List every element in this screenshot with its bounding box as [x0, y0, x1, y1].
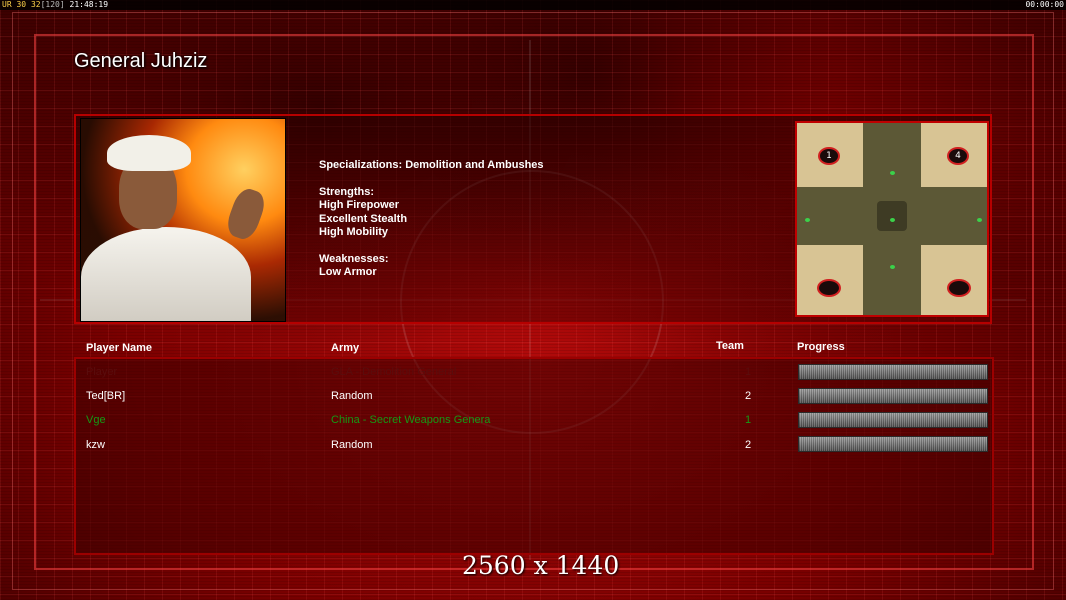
supply-dot: [890, 171, 895, 175]
start-position-1[interactable]: 1: [818, 147, 840, 165]
load-progress-bar: [798, 412, 988, 428]
hud-left-readout: UR 30 32[120] 21:48:19: [2, 0, 108, 9]
portrait-hand: [223, 185, 269, 243]
column-header-progress[interactable]: Progress: [797, 341, 845, 353]
hud-right-timer: 00:00:00: [1025, 0, 1064, 9]
load-progress-bar: [798, 436, 988, 452]
hud-fps: 30: [16, 0, 27, 9]
player-name-cell: Ted[BR]: [86, 390, 126, 402]
player-name-cell: Player: [86, 366, 118, 378]
player-team-cell: 1: [745, 366, 752, 378]
resolution-overlay-text: 2560 x 1440: [462, 551, 620, 580]
supply-dot: [805, 218, 810, 222]
column-header-player-name[interactable]: Player Name: [86, 342, 152, 354]
hud-strip: [0, 0, 1066, 10]
map-preview: 1 4: [795, 121, 989, 317]
supply-dot: [977, 218, 982, 222]
hud-clock: 21:48:19: [69, 0, 109, 9]
player-team-cell: 2: [745, 439, 752, 451]
strength-item: Excellent Stealth: [319, 212, 408, 225]
general-title: General Juhziz: [74, 50, 208, 72]
player-team-cell: 2: [745, 390, 752, 402]
player-army-cell: Random: [331, 390, 373, 402]
strength-item: High Mobility: [319, 226, 389, 238]
portrait-robe: [81, 227, 251, 321]
load-progress-bar: [798, 364, 988, 380]
portrait-turban: [107, 135, 191, 171]
hud-value: 32: [30, 0, 41, 9]
general-description: Specializations: Demolition and Ambushes…: [319, 159, 544, 280]
hud-label-ur: UR: [2, 0, 12, 9]
supply-dot: [890, 265, 895, 269]
player-list-panel: [74, 357, 994, 555]
column-header-team[interactable]: Team: [716, 340, 744, 352]
player-army-cell: Random: [331, 439, 373, 451]
specializations-text: Specializations: Demolition and Ambushes: [319, 159, 544, 171]
hud-bracket-value: [120]: [40, 0, 65, 9]
weaknesses-heading: Weaknesses:: [319, 252, 389, 265]
start-position-empty[interactable]: [947, 279, 971, 297]
column-header-army[interactable]: Army: [331, 342, 359, 354]
player-army-cell: GLA - Demolition General: [331, 366, 457, 378]
player-name-cell: Vge: [86, 414, 106, 426]
start-position-4[interactable]: 4: [947, 147, 969, 165]
player-name-cell: kzw: [86, 439, 105, 451]
weakness-item: Low Armor: [319, 266, 377, 278]
strengths-heading: Strengths:: [319, 185, 374, 198]
strength-item: High Firepower: [319, 199, 400, 211]
player-team-cell: 1: [745, 414, 752, 426]
player-army-cell: China - Secret Weapons Genera: [331, 414, 491, 426]
general-portrait: [80, 118, 286, 322]
load-progress-bar: [798, 388, 988, 404]
start-position-empty[interactable]: [817, 279, 841, 297]
supply-dot: [890, 218, 895, 222]
map-center-structure: [877, 201, 907, 231]
